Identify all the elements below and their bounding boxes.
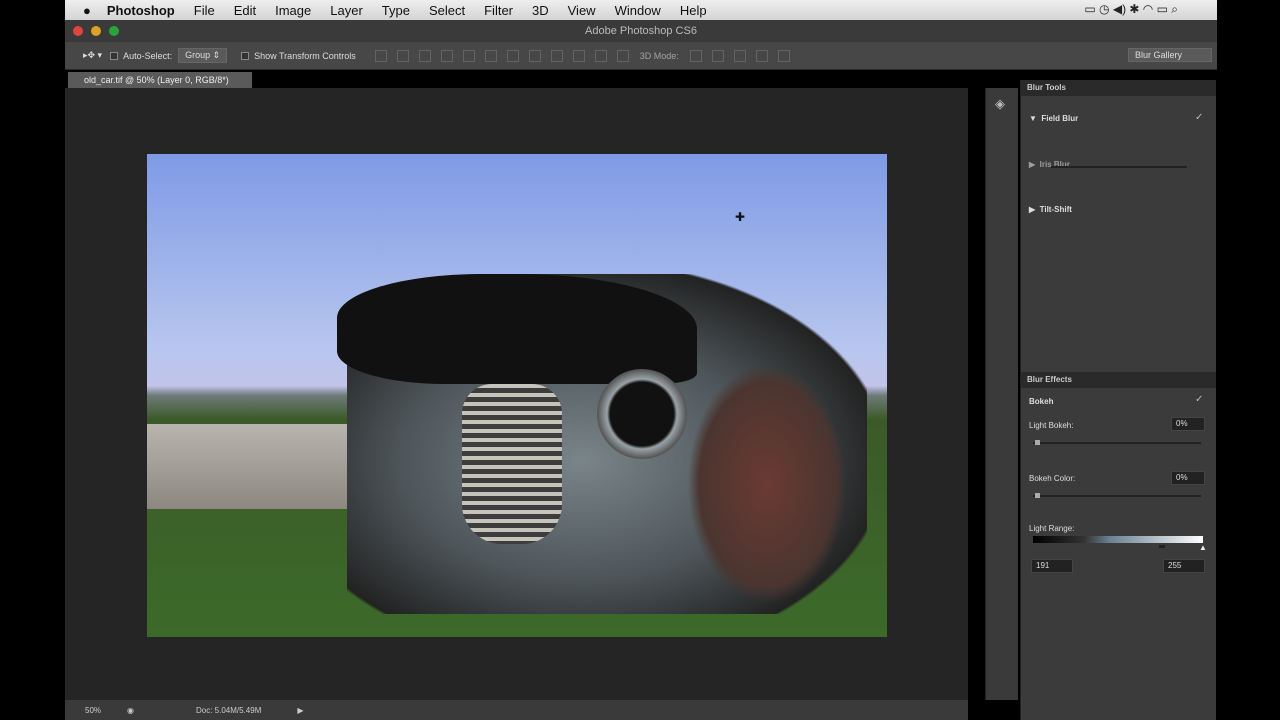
layers-panel-icon[interactable]: ◈ xyxy=(995,96,1005,112)
distribute-bottom-icon[interactable] xyxy=(550,49,563,62)
light-range-low-handle[interactable] xyxy=(1159,545,1165,548)
menu-type[interactable]: Type xyxy=(382,3,410,18)
3d-slide-icon[interactable] xyxy=(755,49,768,62)
move-tool-icon[interactable]: ▸✥ ▾ xyxy=(83,50,102,61)
apple-icon[interactable]: ● xyxy=(83,3,91,18)
align-left-icon[interactable] xyxy=(440,49,453,62)
show-transform-checkbox[interactable] xyxy=(241,51,250,60)
bokeh-color-knob[interactable] xyxy=(1035,493,1040,498)
align-right-icon[interactable] xyxy=(484,49,497,62)
3d-mode-label: 3D Mode: xyxy=(639,50,679,61)
distribute-right-icon[interactable] xyxy=(616,49,629,62)
image-car-grille xyxy=(462,384,562,544)
menu-edit[interactable]: Edit xyxy=(234,3,256,18)
options-bar: ▸✥ ▾ Auto-Select: Group ⇕ Show Transform… xyxy=(65,42,1217,70)
window-title: Adobe Photoshop CS6 xyxy=(585,25,697,37)
workspace-value: Blur Gallery xyxy=(1135,50,1183,60)
menu-bar: ● Photoshop File Edit Image Layer Type S… xyxy=(65,0,1217,20)
status-bar: 50% ◉ Doc: 5.04M/5.49M ▶ xyxy=(65,700,968,720)
group-select[interactable]: Group ⇕ xyxy=(178,48,228,63)
iris-blur-slider[interactable] xyxy=(1051,166,1187,168)
status-menu-arrow-icon[interactable]: ▶ xyxy=(297,706,303,715)
light-bokeh-knob[interactable] xyxy=(1035,440,1040,445)
menu-window[interactable]: Window xyxy=(615,3,661,18)
bokeh-checkbox[interactable]: ✓ xyxy=(1195,394,1203,405)
bokeh-color-slider[interactable] xyxy=(1033,493,1201,498)
auto-select-checkbox[interactable] xyxy=(110,51,119,60)
menu-file[interactable]: File xyxy=(194,3,215,18)
menu-image[interactable]: Image xyxy=(275,3,311,18)
light-range-gradient[interactable] xyxy=(1033,536,1203,543)
blur-panel: Blur Tools ▼ Field Blur ✓ ▶ Iris Blur ▶ … xyxy=(1020,80,1216,720)
align-top-icon[interactable] xyxy=(374,49,387,62)
image-car-roof xyxy=(337,274,697,384)
align-center-icon[interactable] xyxy=(462,49,475,62)
workspace-select[interactable]: Blur Gallery xyxy=(1128,48,1212,62)
tilt-shift-label: Tilt-Shift xyxy=(1039,205,1072,214)
menu-3d[interactable]: 3D xyxy=(532,3,549,18)
title-bar: Adobe Photoshop CS6 xyxy=(65,20,1217,42)
auto-select-label: Auto-Select: xyxy=(123,50,173,61)
light-range-high-handle[interactable]: ▲ xyxy=(1199,543,1207,552)
tilt-shift-row[interactable]: ▶ Tilt-Shift xyxy=(1029,205,1072,214)
minimize-button[interactable] xyxy=(91,26,101,36)
menu-layer[interactable]: Layer xyxy=(330,3,363,18)
distribute-top-icon[interactable] xyxy=(506,49,519,62)
panel-dock: ◈ xyxy=(985,88,1018,700)
blur-pin-icon[interactable]: ✚ xyxy=(735,210,745,224)
3d-rotate-icon[interactable] xyxy=(689,49,702,62)
document-tab[interactable]: old_car.tif @ 50% (Layer 0, RGB/8*) xyxy=(68,72,252,88)
distribute-center-icon[interactable] xyxy=(594,49,607,62)
bokeh-color-label: Bokeh Color: xyxy=(1029,474,1076,483)
menu-view[interactable]: View xyxy=(568,3,596,18)
light-bokeh-slider[interactable] xyxy=(1033,440,1201,445)
distribute-left-icon[interactable] xyxy=(572,49,585,62)
close-button[interactable] xyxy=(73,26,83,36)
3d-pan-icon[interactable] xyxy=(733,49,746,62)
field-blur-row[interactable]: ▼ Field Blur xyxy=(1029,114,1078,123)
group-value: Group xyxy=(185,50,211,60)
light-range-label: Light Range: xyxy=(1029,524,1075,533)
align-bottom-icon[interactable] xyxy=(418,49,431,62)
image-car-fender xyxy=(687,364,847,604)
light-range-high-field[interactable]: 255 xyxy=(1163,559,1205,573)
doc-size: Doc: 5.04M/5.49M xyxy=(196,705,262,715)
3d-roll-icon[interactable] xyxy=(711,49,724,62)
distribute-middle-icon[interactable] xyxy=(528,49,541,62)
menu-help[interactable]: Help xyxy=(680,3,707,18)
blur-tools-header: Blur Tools xyxy=(1021,80,1216,96)
bokeh-color-field[interactable]: 0% xyxy=(1171,471,1205,485)
align-middle-icon[interactable] xyxy=(396,49,409,62)
document-tab-label: old_car.tif @ 50% (Layer 0, RGB/8*) xyxy=(84,75,229,85)
blur-effects-header: Blur Effects xyxy=(1021,372,1216,388)
light-range-low-field[interactable]: 191 xyxy=(1031,559,1073,573)
status-info-icon[interactable]: ◉ xyxy=(127,706,134,715)
image-car-headlight xyxy=(597,369,687,459)
menu-select[interactable]: Select xyxy=(429,3,465,18)
system-status-icons[interactable]: ▭ ◷ ◀) ✱ ◠ ▭ ⌕ xyxy=(1084,2,1178,17)
document-image[interactable]: ✚ xyxy=(147,154,887,637)
field-blur-checkbox[interactable]: ✓ xyxy=(1195,112,1203,123)
zoom-button[interactable] xyxy=(109,26,119,36)
menu-filter[interactable]: Filter xyxy=(484,3,513,18)
zoom-level[interactable]: 50% xyxy=(85,706,101,715)
menu-app[interactable]: Photoshop xyxy=(107,3,175,18)
bokeh-label: Bokeh xyxy=(1029,397,1054,406)
3d-scale-icon[interactable] xyxy=(777,49,790,62)
light-bokeh-field[interactable]: 0% xyxy=(1171,417,1205,431)
field-blur-label: Field Blur xyxy=(1041,114,1079,123)
light-bokeh-label: Light Bokeh: xyxy=(1029,421,1074,430)
show-transform-label: Show Transform Controls xyxy=(254,50,356,61)
